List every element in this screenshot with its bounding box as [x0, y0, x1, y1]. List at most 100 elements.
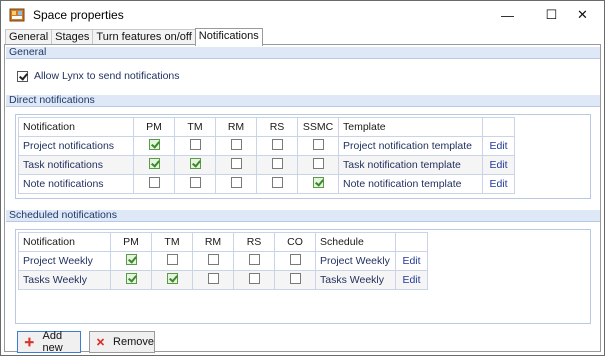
recipient-checkbox[interactable]	[289, 254, 301, 265]
table-header-row: Notification PM TM RM RS SSMC Template	[18, 117, 515, 137]
close-icon: ✕	[577, 7, 588, 22]
recipient-checkbox-cell	[133, 174, 175, 194]
tab-strip: General Stages Turn features on/off Noti…	[5, 28, 263, 46]
recipient-checkbox[interactable]	[148, 177, 160, 188]
edit-link[interactable]: Edit	[482, 155, 515, 175]
recipient-checkbox[interactable]	[166, 254, 178, 265]
recipient-checkbox[interactable]	[166, 273, 178, 284]
recipient-checkbox-cell	[297, 155, 339, 175]
recipient-checkbox-cell	[215, 174, 257, 194]
schedule-cell: Tasks Weekly	[315, 270, 396, 290]
schedule-cell: Project Weekly	[315, 251, 396, 271]
template-cell: Task notification template	[338, 155, 483, 175]
recipient-checkbox-cell	[233, 270, 275, 290]
recipient-checkbox-cell	[215, 155, 257, 175]
recipient-checkbox-cell	[174, 136, 216, 156]
recipient-checkbox[interactable]	[312, 177, 324, 188]
column-header-schedule: Schedule	[315, 232, 396, 252]
table-row: Note notifications Note notification temp…	[18, 174, 515, 194]
tab-turn-features[interactable]: Turn features on/off	[92, 29, 196, 45]
close-button[interactable]: ✕	[561, 1, 604, 29]
allow-notifications-checkbox[interactable]	[17, 70, 28, 82]
recipient-checkbox[interactable]	[207, 254, 219, 265]
recipient-checkbox-cell	[297, 136, 339, 156]
direct-section-header: Direct notifications	[6, 95, 600, 107]
column-header-rm: RM	[192, 232, 234, 252]
recipient-checkbox-cell	[274, 270, 316, 290]
edit-link[interactable]: Edit	[395, 270, 428, 290]
recipient-checkbox[interactable]	[189, 158, 201, 169]
recipient-checkbox-cell	[151, 270, 193, 290]
notification-name-cell: Tasks Weekly	[18, 270, 111, 290]
column-header-action	[395, 232, 428, 252]
recipient-checkbox[interactable]	[189, 177, 201, 188]
column-header-notification: Notification	[18, 232, 111, 252]
app-icon	[9, 8, 25, 22]
recipient-checkbox[interactable]	[125, 254, 137, 265]
plus-icon	[24, 337, 34, 347]
edit-link[interactable]: Edit	[482, 174, 515, 194]
template-cell: Note notification template	[338, 174, 483, 194]
minimize-button[interactable]: —	[485, 1, 530, 29]
recipient-checkbox[interactable]	[189, 139, 201, 150]
tab-stages[interactable]: Stages	[51, 29, 94, 45]
scheduled-notifications-table: Notification PM TM RM RS CO Schedule Pro…	[18, 232, 428, 290]
tab-general[interactable]: General	[5, 29, 53, 45]
recipient-checkbox[interactable]	[230, 177, 242, 188]
edit-link[interactable]: Edit	[482, 136, 515, 156]
notification-name-cell: Project Weekly	[18, 251, 111, 271]
scheduled-section-header: Scheduled notifications	[6, 210, 600, 222]
edit-link[interactable]: Edit	[395, 251, 428, 271]
recipient-checkbox[interactable]	[248, 254, 260, 265]
direct-notifications-panel: Notification PM TM RM RS SSMC Template P…	[15, 114, 591, 199]
table-row: Project Weekly Project Weekly Edit	[18, 251, 428, 271]
column-header-pm: PM	[110, 232, 152, 252]
column-header-tm: TM	[151, 232, 193, 252]
recipient-checkbox[interactable]	[148, 158, 160, 169]
recipient-checkbox[interactable]	[271, 139, 283, 150]
notifications-panel: General Allow Lynx to send notifications…	[4, 44, 601, 354]
column-header-rs: RS	[233, 232, 275, 252]
recipient-checkbox[interactable]	[248, 273, 260, 284]
add-new-button[interactable]: Add new	[17, 330, 81, 354]
notification-name-cell: Project notifications	[18, 136, 134, 156]
column-header-notification: Notification	[18, 117, 134, 137]
column-header-pm: PM	[133, 117, 175, 137]
recipient-checkbox[interactable]	[207, 273, 219, 284]
table-row: Task notifications Task notification temp…	[18, 155, 515, 175]
scheduled-notifications-panel: Notification PM TM RM RS CO Schedule Pro…	[15, 229, 591, 324]
recipient-checkbox[interactable]	[312, 158, 324, 169]
recipient-checkbox-cell	[110, 270, 152, 290]
minimize-icon: —	[501, 7, 514, 23]
recipient-checkbox-cell	[133, 155, 175, 175]
recipient-checkbox[interactable]	[125, 273, 137, 284]
x-icon	[96, 338, 105, 346]
add-new-label: Add new	[42, 330, 63, 354]
allow-notifications-row: Allow Lynx to send notifications	[17, 70, 180, 82]
recipient-checkbox[interactable]	[230, 158, 242, 169]
tab-notifications[interactable]: Notifications	[194, 28, 263, 46]
recipient-checkbox[interactable]	[271, 158, 283, 169]
recipient-checkbox[interactable]	[271, 177, 283, 188]
general-section-header: General	[6, 47, 600, 59]
remove-label: Remove	[113, 336, 154, 348]
direct-notifications-table: Notification PM TM RM RS SSMC Template P…	[18, 117, 515, 194]
recipient-checkbox-cell	[297, 174, 339, 194]
notification-name-cell: Task notifications	[18, 155, 134, 175]
recipient-checkbox[interactable]	[312, 139, 324, 150]
table-header-row: Notification PM TM RM RS CO Schedule	[18, 232, 428, 252]
recipient-checkbox-cell	[110, 251, 152, 271]
recipient-checkbox-cell	[192, 270, 234, 290]
recipient-checkbox-cell	[174, 155, 216, 175]
recipient-checkbox[interactable]	[289, 273, 301, 284]
remove-button[interactable]: Remove	[89, 331, 155, 353]
window-title: Space properties	[33, 8, 124, 22]
template-cell: Project notification template	[338, 136, 483, 156]
recipient-checkbox[interactable]	[148, 139, 160, 150]
column-header-tm: TM	[174, 117, 216, 137]
recipient-checkbox-cell	[233, 251, 275, 271]
recipient-checkbox-cell	[192, 251, 234, 271]
column-header-template: Template	[338, 117, 483, 137]
recipient-checkbox-cell	[151, 251, 193, 271]
recipient-checkbox[interactable]	[230, 139, 242, 150]
